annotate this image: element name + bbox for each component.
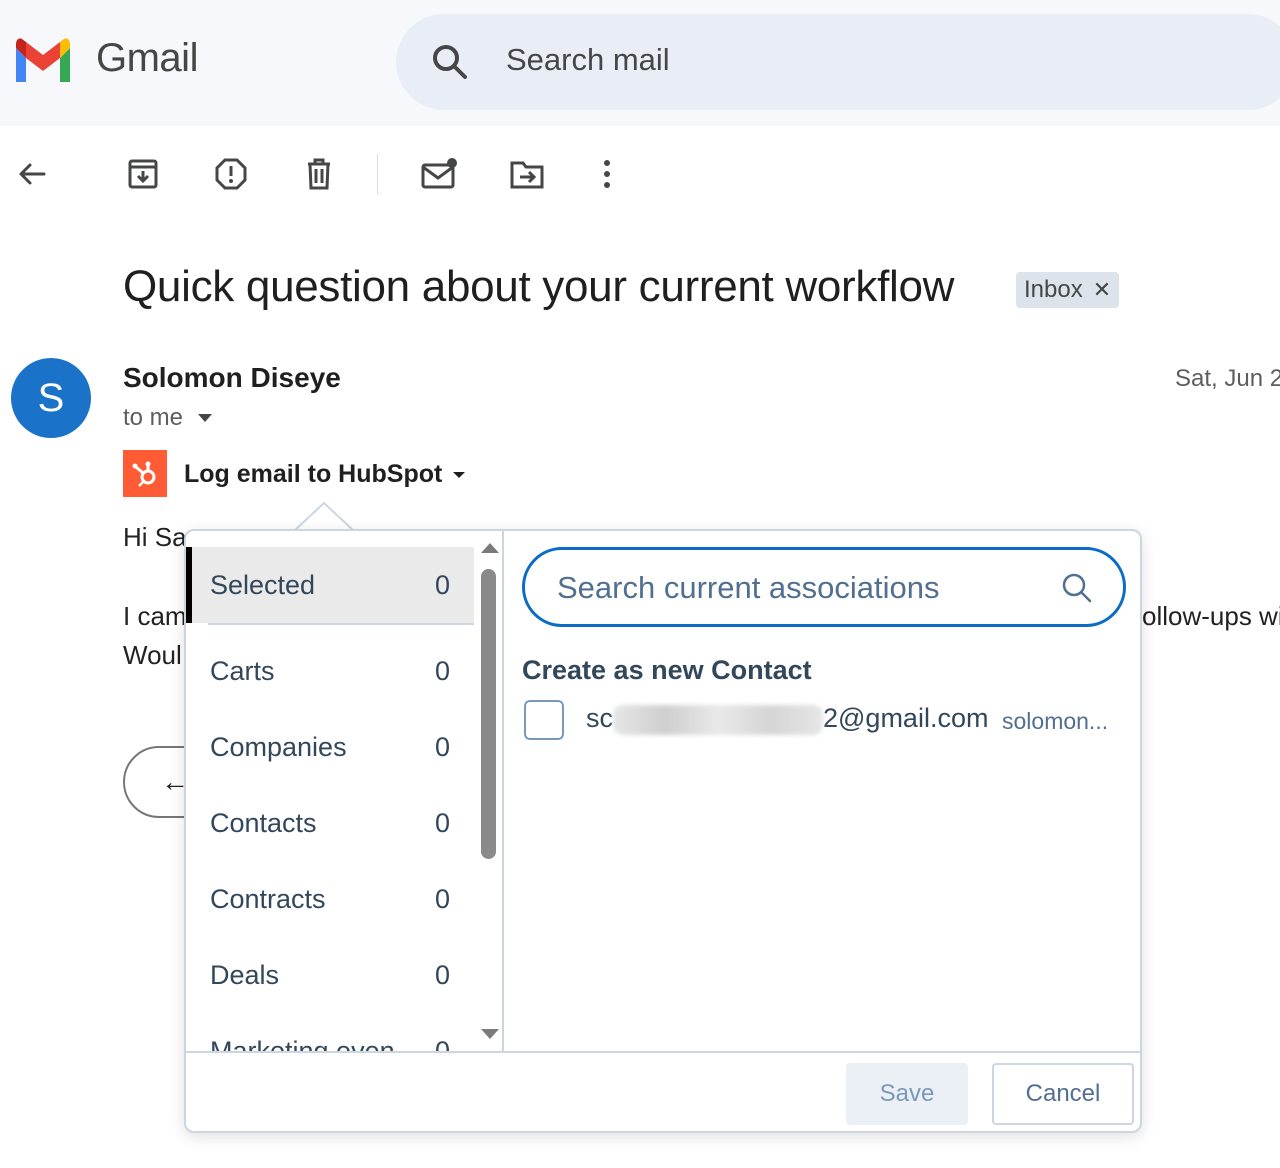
redacted-email-segment xyxy=(613,704,823,735)
category-selected[interactable]: Selected 0 xyxy=(186,547,474,623)
sender-name[interactable]: Solomon Diseye xyxy=(123,362,341,394)
search-associations-input[interactable]: Search current associations xyxy=(522,547,1126,627)
scroll-up-arrow-icon xyxy=(481,543,499,553)
scrollbar-thumb[interactable] xyxy=(481,569,496,859)
category-label: Companies xyxy=(210,731,347,762)
save-button[interactable]: Save xyxy=(846,1063,968,1125)
delete-icon[interactable] xyxy=(297,152,341,196)
category-count: 0 xyxy=(434,569,450,600)
divider xyxy=(208,623,474,625)
mark-unread-icon[interactable] xyxy=(417,152,461,196)
category-count: 0 xyxy=(434,731,450,762)
gmail-wordmark: Gmail xyxy=(96,36,198,80)
body-greeting: Hi Sa xyxy=(123,522,187,552)
body-line-2: Woul xyxy=(123,640,182,670)
back-arrow-icon[interactable] xyxy=(10,152,54,196)
recipient-text: to me xyxy=(123,404,184,431)
category-contacts[interactable]: Contacts 0 xyxy=(186,785,474,861)
category-marketing-events[interactable]: Marketing even 0 xyxy=(186,1013,474,1052)
remove-label-icon[interactable]: ✕ xyxy=(1093,277,1111,303)
email-subject: Quick question about your current workfl… xyxy=(123,262,955,311)
category-label: Marketing even xyxy=(210,1035,395,1052)
category-carts[interactable]: Carts 0 xyxy=(186,633,474,709)
create-contact-checkbox[interactable] xyxy=(524,700,564,740)
archive-icon[interactable] xyxy=(121,152,165,196)
category-count: 0 xyxy=(434,1035,450,1052)
association-category-list: Selected 0 Carts 0 Companies 0 Contacts … xyxy=(186,531,504,1051)
cancel-button[interactable]: Cancel xyxy=(992,1063,1134,1125)
category-label: Carts xyxy=(210,655,275,686)
log-email-to-hubspot-dropdown[interactable]: Log email to HubSpot xyxy=(184,460,466,489)
email-suffix: 2@gmail.com xyxy=(823,703,989,733)
label-text: Inbox xyxy=(1024,276,1083,303)
search-icon[interactable] xyxy=(1061,572,1093,604)
category-deals[interactable]: Deals 0 xyxy=(186,937,474,1013)
email-prefix: sc xyxy=(586,703,613,733)
inbox-label-chip[interactable]: Inbox ✕ xyxy=(1016,272,1120,308)
association-results-pane: Search current associations Create as ne… xyxy=(506,531,1142,1051)
category-count: 0 xyxy=(434,807,450,838)
new-contact-email[interactable]: sc 2@gmail.com xyxy=(586,703,988,735)
avatar[interactable]: S xyxy=(11,358,91,438)
caret-down-icon[interactable] xyxy=(197,413,213,423)
category-label: Deals xyxy=(210,959,280,990)
hubspot-logo-icon xyxy=(123,450,167,497)
email-date: Sat, Jun 2 xyxy=(1175,365,1280,392)
search-associations-placeholder: Search current associations xyxy=(557,570,940,605)
category-companies[interactable]: Companies 0 xyxy=(186,709,474,785)
category-label: Selected xyxy=(210,569,316,600)
move-to-icon[interactable] xyxy=(505,152,549,196)
category-label: Contracts xyxy=(210,883,326,914)
category-contracts[interactable]: Contracts 0 xyxy=(186,861,474,937)
toolbar-divider xyxy=(377,154,378,194)
more-options-icon[interactable] xyxy=(585,152,629,196)
contact-name-hint: solomon... xyxy=(1002,708,1109,734)
search-placeholder: Search mail xyxy=(506,42,670,77)
top-bar: Gmail Search mail xyxy=(0,0,1280,126)
category-label: Contacts xyxy=(210,807,317,838)
report-spam-icon[interactable] xyxy=(209,152,253,196)
category-count: 0 xyxy=(434,883,450,914)
recipient-details[interactable]: to me xyxy=(123,404,213,432)
scroll-down-arrow-icon xyxy=(481,1029,499,1039)
category-count: 0 xyxy=(434,959,450,990)
hubspot-associations-popup: Selected 0 Carts 0 Companies 0 Contacts … xyxy=(184,529,1142,1133)
create-new-contact-heading: Create as new Contact xyxy=(522,655,812,685)
log-email-label: Log email to HubSpot xyxy=(184,460,443,488)
popup-pointer xyxy=(294,501,354,531)
popup-footer: Save Cancel xyxy=(186,1051,1140,1131)
gmail-logo[interactable] xyxy=(12,36,74,86)
search-icon[interactable] xyxy=(430,42,470,82)
body-line-1: I cam xyxy=(123,601,187,631)
caret-down-icon xyxy=(453,471,466,478)
search-mail-bar[interactable]: Search mail xyxy=(396,14,1280,110)
body-line-1-right: ollow-ups wi xyxy=(1142,601,1280,631)
category-count: 0 xyxy=(434,655,450,686)
